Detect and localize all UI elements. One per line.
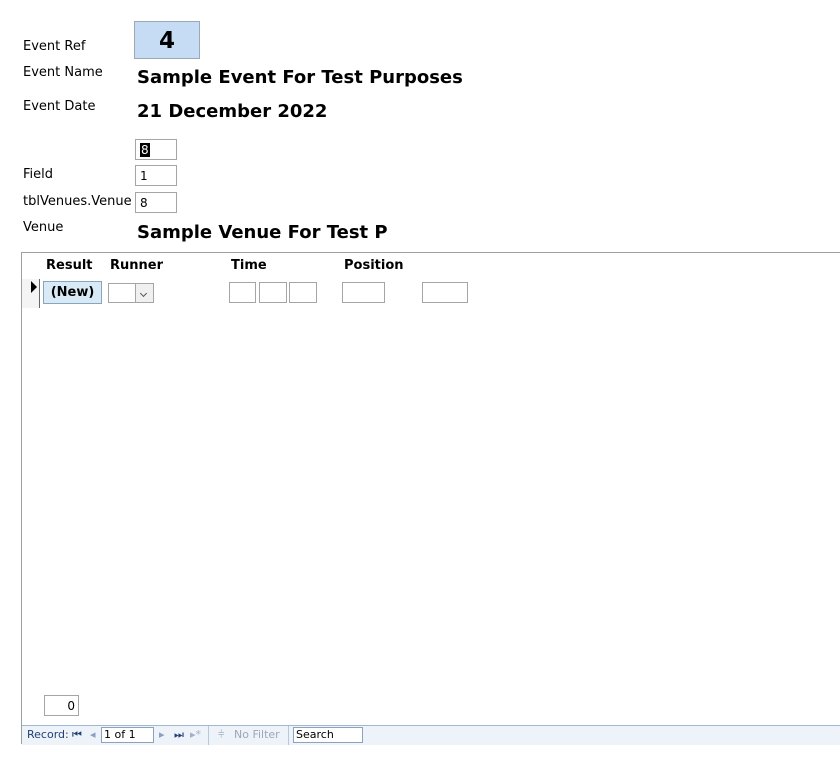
- next-record-icon[interactable]: ▸: [159, 728, 165, 741]
- record-navigation-bar: Record: ⏮ ◂ 1 of 1 ▸ ⏭ ▸* ⫩ No Filter Se…: [22, 725, 840, 745]
- total-field[interactable]: 0: [44, 695, 79, 716]
- first-record-icon[interactable]: ⏮: [72, 728, 82, 742]
- new-blank-record-icon[interactable]: ▸*: [190, 728, 201, 741]
- current-record-field[interactable]: 1 of 1: [101, 727, 154, 743]
- event-date-label: Event Date: [23, 99, 96, 114]
- venue-label: Venue: [23, 220, 64, 235]
- field-label: Field: [23, 167, 54, 182]
- event-name-value[interactable]: Sample Event For Test Purposes: [137, 67, 463, 88]
- venue-id-label: tblVenues.Venue: [23, 194, 131, 209]
- column-header-runner: Runner: [110, 258, 164, 273]
- field-input[interactable]: 1: [135, 165, 177, 186]
- time-seconds-input[interactable]: [289, 282, 317, 303]
- selected-id-value: 8: [140, 143, 150, 157]
- filter-status[interactable]: No Filter: [234, 728, 280, 741]
- time-minutes-input[interactable]: [259, 282, 287, 303]
- venue-id-input[interactable]: 8: [135, 192, 177, 213]
- new-record-button[interactable]: (New): [43, 281, 102, 304]
- time-hours-input[interactable]: [229, 282, 256, 303]
- last-record-icon[interactable]: ⏭: [174, 728, 184, 742]
- venue-value[interactable]: Sample Venue For Test P: [137, 222, 388, 243]
- filter-icon[interactable]: ⫩: [218, 728, 224, 742]
- column-header-time: Time: [231, 258, 267, 273]
- event-date-value[interactable]: 21 December 2022: [137, 101, 327, 122]
- event-ref-value[interactable]: 4: [134, 21, 200, 59]
- column-header-result: Result: [46, 258, 93, 273]
- previous-record-icon[interactable]: ◂: [90, 728, 96, 741]
- event-ref-label: Event Ref: [23, 39, 86, 54]
- position-input[interactable]: [342, 282, 385, 303]
- record-label: Record:: [27, 728, 69, 741]
- nav-divider: [288, 726, 289, 745]
- selected-id-field[interactable]: 8: [135, 139, 177, 160]
- search-input[interactable]: Search: [293, 727, 363, 743]
- record-selector[interactable]: [22, 279, 40, 308]
- event-name-label: Event Name: [23, 65, 103, 80]
- results-subform: [21, 252, 840, 744]
- chevron-down-icon[interactable]: [135, 284, 153, 302]
- extra-input[interactable]: [422, 282, 468, 303]
- nav-divider: [208, 726, 209, 745]
- runner-dropdown[interactable]: [108, 283, 154, 303]
- column-header-position: Position: [344, 258, 404, 273]
